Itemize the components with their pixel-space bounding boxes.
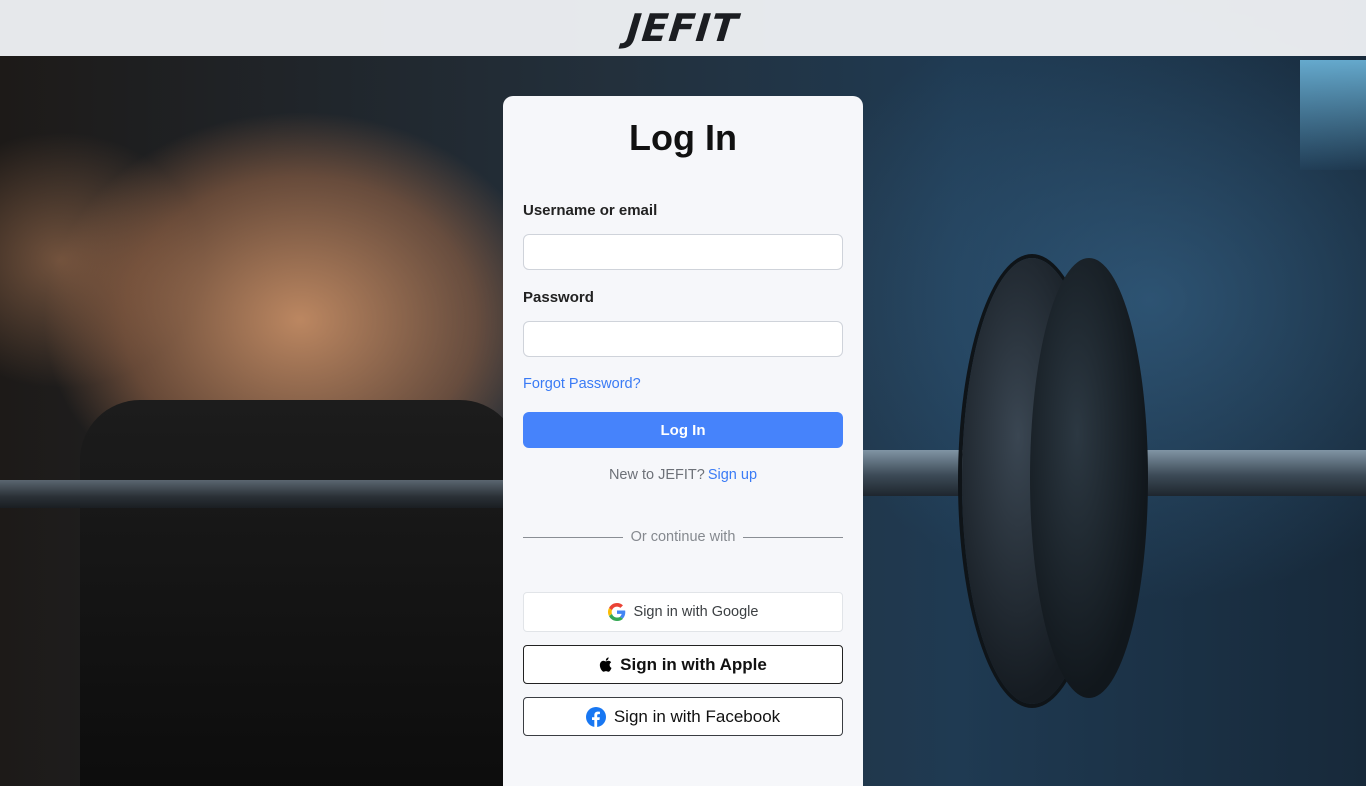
login-card: Log In Username or email Password Forgot… [503,96,863,786]
facebook-signin-label: Sign in with Facebook [613,706,781,726]
username-label: Username or email [523,202,658,219]
facebook-signin-button[interactable]: Sign in with Facebook [523,697,843,736]
apple-signin-button[interactable]: Sign in with Apple [523,645,843,684]
signup-link[interactable]: Sign up [708,467,757,483]
new-user-text: New to JEFIT? [608,467,705,483]
username-input[interactable] [523,234,843,270]
google-signin-label: Sign in with Google [633,604,759,620]
page-title: Log In [629,117,737,158]
jefit-logo[interactable]: JEFIT [625,6,741,50]
google-icon [607,603,626,621]
social-divider: Or continue with [523,529,843,545]
facebook-icon [585,706,606,727]
login-button[interactable]: Log In [523,412,843,448]
divider-line-right [743,536,843,538]
divider-text: Or continue with [630,529,736,545]
top-header: JEFIT [0,0,1366,56]
password-label: Password [523,289,594,306]
apple-icon [599,657,612,672]
password-input[interactable] [523,321,843,357]
google-signin-button[interactable]: Sign in with Google [523,592,843,632]
divider-line-left [523,536,623,538]
apple-signin-label: Sign in with Apple [620,654,767,674]
forgot-password-link[interactable]: Forgot Password? [523,376,641,392]
signup-prompt: New to JEFIT? Sign up [523,467,843,483]
